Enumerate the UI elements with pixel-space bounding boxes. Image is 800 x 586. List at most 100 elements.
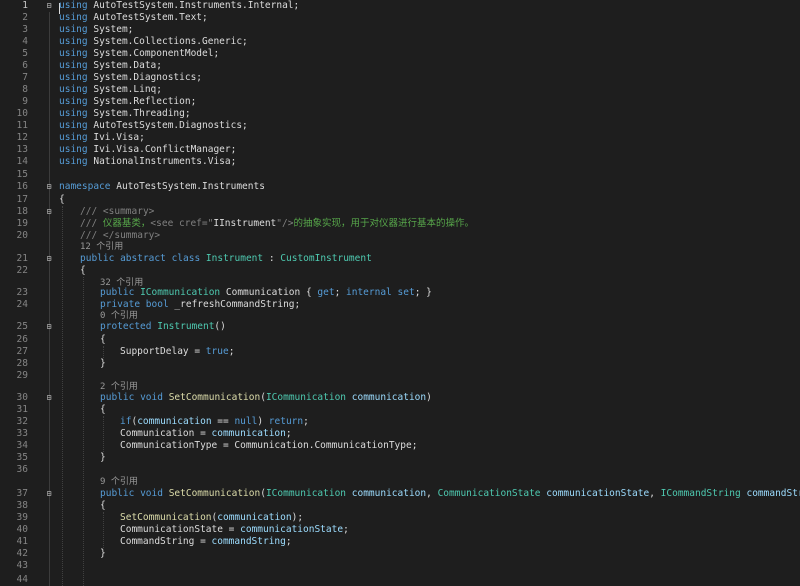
collapse-icon[interactable]: ⊟	[44, 321, 54, 333]
code-line[interactable]: 38 {	[0, 500, 800, 512]
code-line[interactable]: 33 Communication = communication;	[0, 428, 800, 440]
code-line[interactable]: 42}	[0, 548, 800, 560]
code-line[interactable]: 27 SupportDelay = true;	[0, 346, 800, 358]
code-line[interactable]: 43	[0, 560, 800, 572]
code-line[interactable]: 23 public ICommunication Communication { …	[0, 287, 800, 299]
code-text: public ICommunication Communication { ge…	[100, 287, 432, 299]
code-line[interactable]: 2 using AutoTestSystem.Text;	[0, 12, 800, 24]
code-token: void	[140, 392, 163, 403]
code-text: using Ivi.Visa.ConflictManager;	[59, 144, 236, 156]
code-token: return	[268, 416, 304, 427]
code-token: public	[80, 253, 115, 264]
code-token: }	[100, 358, 106, 369]
code-token: Communication {	[225, 287, 318, 298]
codelens-references[interactable]: 9 个引用	[100, 476, 138, 488]
code-text: public void SetCommunication(ICommunicat…	[100, 488, 800, 500]
code-token: using	[59, 72, 88, 83]
code-line[interactable]: 5 using System.ComponentModel;	[0, 48, 800, 60]
code-line[interactable]: 25 ⊟ protected Instrument()	[0, 321, 800, 333]
code-line[interactable]: 40 CommunicationState = communicationStat…	[0, 524, 800, 536]
line-number: 29	[16, 370, 28, 381]
code-line[interactable]: 19 /// 仪器基类，<see cref="IInstrument"/>的抽象实…	[0, 218, 800, 230]
line-number: 4	[22, 36, 28, 47]
code-token: ,	[426, 488, 432, 499]
collapse-icon[interactable]: ⊟	[44, 488, 54, 500]
code-line[interactable]: 15	[0, 169, 800, 181]
code-line[interactable]: 10 using System.Threading;	[0, 108, 800, 120]
line-number: 38	[16, 500, 28, 511]
code-line[interactable]: 12 using Ivi.Visa;	[0, 132, 800, 144]
code-line[interactable]: 14 using NationalInstruments.Visa;	[0, 156, 800, 168]
code-line[interactable]: 28}	[0, 358, 800, 370]
code-line[interactable]: 21 ⊟ public abstract class Instrument : Cu…	[0, 253, 800, 265]
indent-guide	[103, 512, 104, 548]
code-token: using	[59, 144, 88, 155]
code-line[interactable]: 1 ⊟ using AutoTestSystem.Instruments.Inter…	[0, 0, 800, 12]
code-line[interactable]: 31 {	[0, 404, 800, 416]
code-line[interactable]: 11 using AutoTestSystem.Diagnostics;	[0, 120, 800, 132]
collapse-icon[interactable]: ⊟	[44, 253, 54, 265]
code-token: Ivi.Visa.ConflictManager;	[93, 144, 237, 155]
line-number: 31	[16, 404, 28, 415]
code-line[interactable]: 9 using System.Reflection;	[0, 96, 800, 108]
code-token: CommunicationState =	[120, 524, 241, 535]
code-token: public	[100, 287, 135, 298]
line-number: 8	[22, 84, 28, 95]
code-text: using NationalInstruments.Visa;	[59, 156, 236, 168]
code-line[interactable]: 39 SetCommunication(communication);	[0, 512, 800, 524]
code-text: /// 仪器基类，<see cref="IInstrument"/>的抽象实现，…	[80, 218, 474, 230]
code-token: communicationState	[240, 524, 344, 535]
code-token: communication	[351, 488, 427, 499]
code-line[interactable]: 32 if(communication == null) return;	[0, 416, 800, 428]
codelens-references[interactable]: 12 个引用	[80, 241, 123, 253]
code-line[interactable]: 41 CommandString = commandString;	[0, 536, 800, 548]
code-line[interactable]: 36	[0, 464, 800, 476]
code-token: Instrument	[157, 321, 215, 332]
code-text: using System.Threading;	[59, 108, 191, 120]
code-line[interactable]: 18 ⊟ /// <summary>	[0, 206, 800, 218]
line-number: 7	[22, 72, 28, 83]
code-line[interactable]: 26 {	[0, 334, 800, 346]
code-line[interactable]: 44	[0, 574, 800, 586]
code-token: class	[171, 253, 201, 264]
code-token: abstract	[120, 253, 166, 264]
code-line[interactable]: 4 using System.Collections.Generic;	[0, 36, 800, 48]
code-token: }	[100, 452, 106, 463]
code-line[interactable]: 17 {	[0, 194, 800, 206]
collapse-icon[interactable]: ⊟	[44, 181, 54, 193]
line-number: 42	[16, 548, 28, 559]
code-token: null	[234, 416, 258, 427]
code-line[interactable]: 30 ⊟ public void SetCommunication(ICommuni…	[0, 392, 800, 404]
line-number: 40	[16, 524, 28, 535]
code-token: ; }	[414, 287, 432, 298]
code-text: using System.Data;	[59, 60, 162, 72]
code-text: public abstract class Instrument : Custo…	[80, 253, 372, 265]
code-line[interactable]: 8 using System.Linq;	[0, 84, 800, 96]
code-line[interactable]: 35}	[0, 452, 800, 464]
code-token: using	[59, 156, 88, 167]
code-text: {	[59, 194, 65, 206]
code-text: using System.ComponentModel;	[59, 48, 219, 60]
code-line[interactable]: 7 using System.Diagnostics;	[0, 72, 800, 84]
code-line[interactable]: 13 using Ivi.Visa.ConflictManager;	[0, 144, 800, 156]
code-line[interactable]: 37 ⊟ public void SetCommunication(ICommuni…	[0, 488, 800, 500]
collapse-icon[interactable]: ⊟	[44, 0, 54, 12]
code-token: IInstrument	[213, 218, 277, 229]
code-token: using	[59, 132, 88, 143]
code-line[interactable]: 34 CommunicationType = Communication.Comm…	[0, 440, 800, 452]
code-token: set	[397, 287, 415, 298]
code-line[interactable]: 22 {	[0, 265, 800, 277]
collapse-icon[interactable]: ⊟	[44, 206, 54, 218]
code-token: </summary>	[102, 230, 161, 241]
code-token: SupportDelay =	[120, 346, 206, 357]
code-token: System.Diagnostics;	[93, 72, 203, 83]
code-line[interactable]: 6 using System.Data;	[0, 60, 800, 72]
code-line[interactable]: 3 using System;	[0, 24, 800, 36]
code-token: using	[59, 120, 88, 131]
collapse-icon[interactable]: ⊟	[44, 392, 54, 404]
code-line[interactable]: 16 ⊟ namespace AutoTestSystem.Instruments	[0, 181, 800, 193]
code-token: public	[100, 392, 135, 403]
code-token: ;	[285, 536, 292, 547]
code-editor[interactable]: 1 ⊟ using AutoTestSystem.Instruments.Inter…	[0, 0, 800, 586]
code-token: communication	[137, 416, 212, 427]
